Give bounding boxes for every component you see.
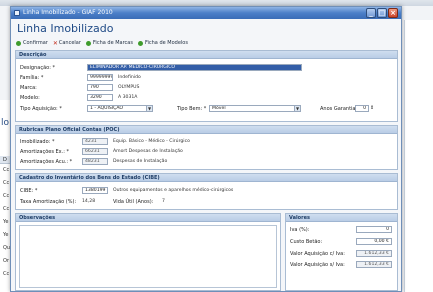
tipo-aquisicao-value: 1 - AQUISIÇÃO: [90, 106, 124, 111]
background-list-item: Cc: [3, 180, 10, 186]
background-list-item: Cc: [3, 167, 10, 173]
imobilizado-label: Imobilizado: *: [20, 139, 55, 145]
observacoes-header: Observações: [16, 214, 280, 222]
taxa-amortizacao-value: 14,28: [82, 199, 96, 204]
chevron-down-icon: ▼: [294, 106, 300, 111]
marca-code-input[interactable]: 790: [87, 84, 113, 91]
chevron-down-icon: ▼: [146, 106, 152, 111]
confirm-label: Confirmar: [23, 40, 48, 46]
custo-betao-label: Custo Betão:: [290, 239, 323, 245]
designacao-label: Designação: *: [20, 65, 55, 71]
cancel-label: Cancelar: [58, 40, 81, 46]
amortizacoes-acu-label: Amortizações Acu.: *: [20, 159, 73, 165]
tipo-aquisicao-select[interactable]: 1 - AQUISIÇÃO ▼: [87, 105, 153, 112]
maximize-button[interactable]: □: [377, 8, 387, 18]
tipo-bem-select[interactable]: Móvel ▼: [209, 105, 301, 112]
amortizacoes-acu-description: Despesas de Instalação: [113, 159, 168, 164]
imobilizado-description: Equip. Básico - Médico - Cirúrgico: [113, 139, 190, 144]
cibe-code-input[interactable]: 1380199: [82, 187, 108, 194]
background-list-item: Ye: [3, 232, 9, 238]
background-list-item: Cc: [3, 206, 10, 212]
cibe-header: Cadastro do Inventário dos Bens do Estad…: [16, 174, 397, 182]
title-bar[interactable]: Linha Imobilizado - GIAF 2010 _ □ ×: [11, 7, 401, 19]
tipo-aquisicao-label: Tipo Aquisição: *: [20, 106, 62, 112]
anos-garantia-label: Anos Garantia:: [320, 106, 358, 112]
app-icon: [14, 10, 20, 16]
background-list-item: Ye: [3, 219, 9, 225]
familia-description: Indefinido: [118, 75, 141, 80]
model-sheet-icon: [137, 40, 143, 46]
cibe-label: CIBE: *: [20, 188, 38, 194]
amortizacoes-ex-code-input[interactable]: 66231: [82, 148, 108, 155]
modelo-description: A 3031A: [118, 95, 138, 100]
vida-util-value: 7: [162, 199, 165, 204]
confirm-icon: [16, 40, 21, 46]
amortizacoes-ex-description: Amort Despesas de Instalação: [113, 149, 183, 154]
amortizacoes-acu-code-input[interactable]: 48231: [82, 158, 108, 165]
amortizacoes-ex-label: Amortizações Ex.: *: [20, 149, 70, 155]
observacoes-textarea[interactable]: [19, 225, 277, 288]
background-list-item: Cc: [3, 271, 10, 277]
imobilizado-code-input[interactable]: 4231: [82, 138, 108, 145]
familia-code-input[interactable]: 99999999: [87, 74, 113, 81]
brand-sheet-icon: [85, 40, 91, 46]
background-list-item: Or: [3, 258, 9, 264]
designacao-input[interactable]: ELIMINADOR AP. MEDICO-CIRURGICO: [87, 64, 302, 71]
valores-header: Valores: [286, 214, 397, 222]
tipo-bem-value: Móvel: [212, 106, 226, 111]
modelo-code-input[interactable]: 3290: [87, 94, 113, 101]
cibe-panel: Cadastro do Inventário dos Bens do Estad…: [15, 173, 398, 210]
linha-imobilizado-window: Linha Imobilizado - GIAF 2010 _ □ × Linh…: [10, 6, 402, 292]
custo-betao-input[interactable]: 0,00 €: [356, 238, 392, 245]
taxa-amortizacao-label: Taxa Amortização (%):: [20, 199, 77, 205]
vida-util-label: Vida Útil (Anos):: [113, 199, 154, 205]
cancel-button[interactable]: ✕ Cancelar: [53, 40, 81, 47]
model-sheet-label: Ficha de Modelos: [144, 40, 188, 46]
close-button[interactable]: ×: [388, 8, 398, 18]
brand-sheet-button[interactable]: Ficha de Marcas: [85, 40, 133, 46]
cibe-description: Outros equipamentos e aparelhos médico-c…: [113, 188, 234, 193]
tipo-bem-label: Tipo Bem: *: [177, 106, 207, 112]
valor-aquisicao-sem-iva-input[interactable]: 1.612,33 €: [356, 261, 392, 268]
poc-header: Rubricas Plano Oficial Contas (POC): [16, 126, 397, 134]
page-title: Linha Imobilizado: [17, 22, 114, 35]
valores-panel: Valores Iva (%): 0 Custo Betão: 0,00 € V…: [285, 213, 398, 291]
minimize-button[interactable]: _: [366, 8, 376, 18]
descricao-header: Descrição: [16, 51, 397, 59]
descricao-panel: Descrição Designação: * ELIMINADOR AP. M…: [15, 50, 398, 122]
background-left-title: lo: [1, 118, 10, 128]
model-sheet-button[interactable]: Ficha de Modelos: [137, 40, 188, 46]
iva-label: Iva (%):: [290, 227, 310, 233]
poc-panel: Rubricas Plano Oficial Contas (POC) Imob…: [15, 125, 398, 170]
anos-garantia-input[interactable]: 0: [355, 105, 369, 112]
modelo-label: Modelo:: [20, 95, 40, 101]
observacoes-panel: Observações: [15, 213, 281, 291]
confirm-button[interactable]: Confirmar: [16, 40, 48, 46]
background-right-pane: [404, 20, 433, 292]
window-title: Linha Imobilizado - GIAF 2010: [23, 9, 113, 16]
iva-input[interactable]: 0: [356, 226, 392, 233]
stepper-icon[interactable]: ⇕: [370, 105, 374, 111]
cancel-x-icon: ✕: [52, 39, 58, 47]
marca-label: Marca:: [20, 85, 37, 91]
valor-aquisicao-com-iva-input[interactable]: 1.612,33 €: [356, 250, 392, 257]
toolbar: Confirmar ✕ Cancelar Ficha de Marcas Fic…: [16, 39, 193, 47]
familia-label: Família: *: [20, 75, 44, 81]
valor-aquisicao-sem-iva-label: Valor Aquisição s/ Iva:: [290, 262, 345, 268]
background-list-item: Cc: [3, 193, 10, 199]
marca-description: OLYMPUS: [118, 85, 140, 90]
brand-sheet-label: Ficha de Marcas: [92, 40, 133, 46]
valor-aquisicao-com-iva-label: Valor Aquisição c/ Iva:: [290, 251, 345, 257]
